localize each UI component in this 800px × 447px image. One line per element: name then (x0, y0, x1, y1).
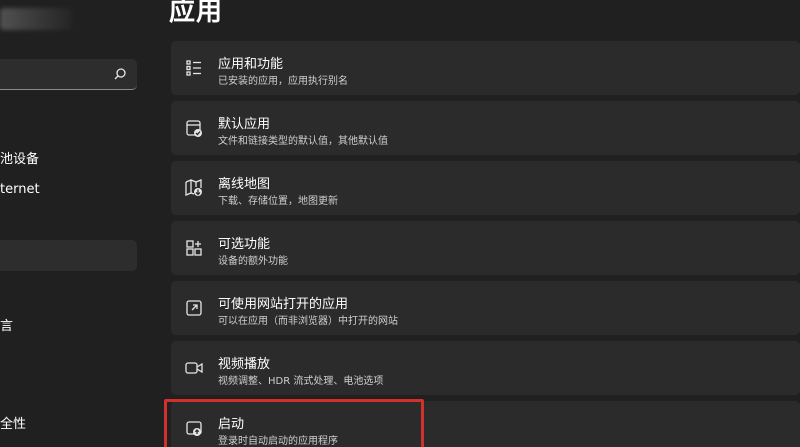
apps-list-icon (184, 58, 204, 78)
optional-features-icon (184, 238, 204, 258)
card-subtitle: 可以在应用（而非浏览器）中打开的网站 (218, 316, 398, 327)
sidebar-item-security[interactable]: 全性 (0, 413, 26, 432)
card-video-playback[interactable]: 视频播放 视频调整、HDR 流式处理、电池选项 (171, 341, 800, 395)
card-title: 应用和功能 (218, 57, 284, 72)
card-apps-for-websites[interactable]: 可使用网站打开的应用 可以在应用（而非浏览器）中打开的网站 (171, 281, 800, 335)
sidebar: 池设备 ternet 言 全性 (0, 0, 150, 447)
card-subtitle: 视频调整、HDR 流式处理、电池选项 (218, 376, 384, 387)
apps-for-websites-icon (184, 298, 204, 318)
account-avatar-blurred (0, 8, 72, 30)
card-offline-maps[interactable]: 离线地图 下载、存储位置，地图更新 (171, 161, 800, 215)
sidebar-item-bluetooth-devices[interactable]: 池设备 (0, 148, 39, 167)
card-subtitle: 设备的额外功能 (218, 256, 288, 267)
search-input[interactable] (0, 59, 137, 90)
highlight-annotation (164, 399, 424, 447)
page-title: 应用 (169, 0, 224, 27)
card-title: 离线地图 (218, 177, 271, 192)
sidebar-item-language[interactable]: 言 (0, 315, 13, 334)
card-title: 视频播放 (218, 357, 271, 372)
card-optional-features[interactable]: 可选功能 设备的额外功能 (171, 221, 800, 275)
card-subtitle: 下载、存储位置，地图更新 (218, 196, 338, 207)
sidebar-item-network-internet[interactable]: ternet (0, 182, 40, 197)
card-title: 可使用网站打开的应用 (218, 297, 349, 312)
search-icon[interactable] (113, 67, 127, 81)
video-playback-icon (184, 358, 204, 378)
card-apps-and-features[interactable]: 应用和功能 已安装的应用，应用执行别名 (171, 41, 800, 95)
card-subtitle: 文件和链接类型的默认值，其他默认值 (218, 136, 388, 147)
card-default-apps[interactable]: 默认应用 文件和链接类型的默认值，其他默认值 (171, 101, 800, 155)
card-title: 默认应用 (218, 117, 271, 132)
sidebar-item-apps-selected[interactable] (0, 240, 137, 271)
default-apps-icon (184, 118, 204, 138)
card-subtitle: 已安装的应用，应用执行别名 (218, 76, 348, 87)
offline-maps-icon (184, 178, 204, 198)
card-title: 可选功能 (218, 237, 271, 252)
